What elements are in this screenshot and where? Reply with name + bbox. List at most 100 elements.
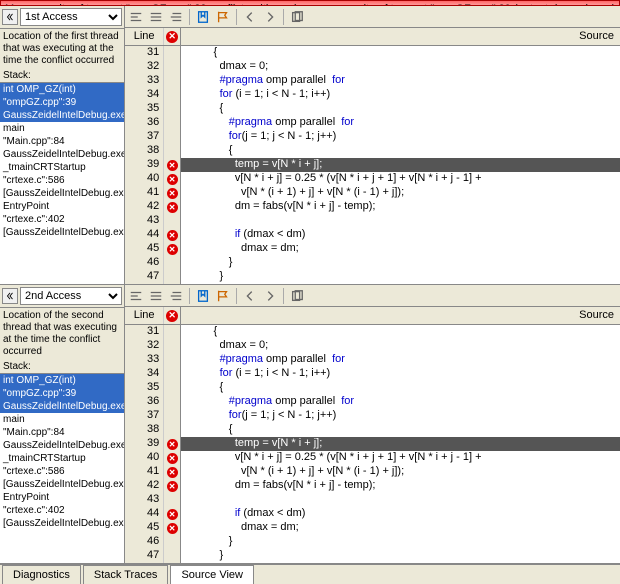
flag-icon[interactable] (216, 10, 230, 24)
next-icon[interactable] (263, 10, 277, 24)
error-marker (164, 130, 180, 144)
stack-item[interactable]: EntryPoint (0, 200, 124, 213)
collapse-icon[interactable] (129, 10, 143, 24)
stack-item[interactable]: main (0, 122, 124, 135)
source-line: { (181, 46, 620, 60)
stack-item[interactable]: GaussZeidelIntelDebug.exe (0, 148, 124, 161)
error-marker[interactable]: ✕ (164, 172, 180, 186)
line-number: 40 (125, 451, 163, 465)
code-area: Line✕ Source 313233343536373839404142434… (125, 285, 620, 563)
stack-item[interactable]: _tmainCRTStartup (0, 452, 124, 465)
source-line: #pragma omp parallel for (181, 353, 620, 367)
stack-item[interactable]: int OMP_GZ(int) (0, 374, 124, 387)
flag-icon[interactable] (216, 289, 230, 303)
stack-item[interactable]: "crtexe.c":402 (0, 213, 124, 226)
source-line: #pragma omp parallel for (181, 395, 620, 409)
access-description: Location of the first thread that was ex… (0, 29, 124, 69)
expand-icon[interactable] (149, 289, 163, 303)
indent-icon[interactable] (169, 10, 183, 24)
line-number: 46 (125, 535, 163, 549)
line-number: 31 (125, 325, 163, 339)
error-marker (164, 60, 180, 74)
stack-item[interactable]: int OMP_GZ(int) (0, 83, 124, 96)
stack-list[interactable]: int OMP_GZ(int)"ompGZ.cpp":39GaussZeidel… (0, 82, 124, 284)
source-line: if (dmax < dm) (181, 507, 620, 521)
error-marker (164, 144, 180, 158)
line-number: 44 (125, 228, 163, 242)
next-icon[interactable] (263, 289, 277, 303)
error-marker[interactable]: ✕ (164, 242, 180, 256)
line-number: 47 (125, 549, 163, 563)
stack-item[interactable]: EntryPoint (0, 491, 124, 504)
stack-item[interactable]: "crtexe.c":586 (0, 174, 124, 187)
stack-item[interactable]: [GaussZeidelIntelDebug.exe, 0x8 (0, 187, 124, 200)
stack-item[interactable]: "crtexe.c":402 (0, 504, 124, 517)
stack-item[interactable]: [GaussZeidelIntelDebug.exe, 0x8 (0, 226, 124, 239)
prev-icon[interactable] (243, 289, 257, 303)
line-number: 32 (125, 339, 163, 353)
source-line: dm = fabs(v[N * i + j] - temp); (181, 479, 620, 493)
stack-item[interactable]: _tmainCRTStartup (0, 161, 124, 174)
bookmark-icon[interactable] (196, 289, 210, 303)
error-marker[interactable]: ✕ (164, 186, 180, 200)
line-number: 32 (125, 60, 163, 74)
source-line: { (181, 381, 620, 395)
error-marker (164, 409, 180, 423)
error-marker[interactable]: ✕ (164, 437, 180, 451)
line-number: 43 (125, 493, 163, 507)
nav-back-button[interactable] (2, 288, 18, 304)
source-line: dmax = dm; (181, 242, 620, 256)
error-marker[interactable]: ✕ (164, 465, 180, 479)
source-line: #pragma omp parallel for (181, 74, 620, 88)
error-marker[interactable]: ✕ (164, 507, 180, 521)
bottom-tabs: DiagnosticsStack TracesSource View (0, 564, 620, 584)
nav-back-button[interactable] (2, 9, 18, 25)
source-line: } (181, 549, 620, 563)
line-number: 42 (125, 200, 163, 214)
line-number: 33 (125, 74, 163, 88)
stack-list[interactable]: int OMP_GZ(int)"ompGZ.cpp":39GaussZeidel… (0, 373, 124, 563)
error-marker (164, 256, 180, 270)
line-number: 36 (125, 395, 163, 409)
error-marker[interactable]: ✕ (164, 228, 180, 242)
error-marker[interactable]: ✕ (164, 451, 180, 465)
stack-item[interactable]: "ompGZ.cpp":39 (0, 387, 124, 400)
collapse-icon[interactable] (129, 289, 143, 303)
stack-label: Stack: (0, 360, 124, 373)
access-select[interactable]: 1st Access (20, 8, 122, 26)
error-marker[interactable]: ✕ (164, 479, 180, 493)
stack-item[interactable]: [GaussZeidelIntelDebug.exe, 0x8 (0, 478, 124, 491)
error-marker (164, 116, 180, 130)
stack-item[interactable]: "ompGZ.cpp":39 (0, 96, 124, 109)
code-header: Line✕ Source (125, 28, 620, 46)
access-select[interactable]: 2nd Access (20, 287, 122, 305)
source-line: { (181, 325, 620, 339)
tab-diagnostics[interactable]: Diagnostics (2, 565, 81, 584)
indent-icon[interactable] (169, 289, 183, 303)
bookmark-icon[interactable] (196, 10, 210, 24)
tab-source-view[interactable]: Source View (170, 565, 254, 584)
stack-item[interactable]: GaussZeidelIntelDebug.exe (0, 439, 124, 452)
error-marker[interactable]: ✕ (164, 200, 180, 214)
code-toolbar (125, 285, 620, 307)
error-marker (164, 535, 180, 549)
error-marker[interactable]: ✕ (164, 158, 180, 172)
expand-icon[interactable] (149, 10, 163, 24)
copy-icon[interactable] (290, 10, 304, 24)
source-line: v[N * i + j] = 0.25 * (v[N * i + j + 1] … (181, 451, 620, 465)
line-number: 31 (125, 46, 163, 60)
stack-item[interactable]: GaussZeidelIntelDebug.exe (0, 400, 124, 413)
prev-icon[interactable] (243, 10, 257, 24)
copy-icon[interactable] (290, 289, 304, 303)
source-line: v[N * (i + 1) + j] + v[N * (i - 1) + j])… (181, 186, 620, 200)
line-number: 37 (125, 130, 163, 144)
tab-stack-traces[interactable]: Stack Traces (83, 565, 169, 584)
line-number: 40 (125, 172, 163, 186)
stack-item[interactable]: "Main.cpp":84 (0, 135, 124, 148)
stack-item[interactable]: "Main.cpp":84 (0, 426, 124, 439)
stack-item[interactable]: "crtexe.c":586 (0, 465, 124, 478)
stack-item[interactable]: GaussZeidelIntelDebug.exe (0, 109, 124, 122)
error-marker[interactable]: ✕ (164, 521, 180, 535)
stack-item[interactable]: main (0, 413, 124, 426)
line-number: 45 (125, 242, 163, 256)
